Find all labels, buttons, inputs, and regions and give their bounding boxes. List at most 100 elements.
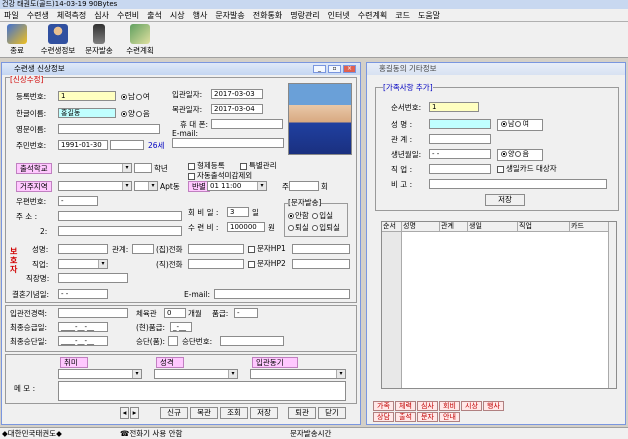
rrn-back-input[interactable] bbox=[110, 140, 144, 150]
table-header-cell[interactable]: 카드 bbox=[570, 222, 610, 231]
class-select[interactable]: 01 11:00 bbox=[207, 181, 267, 191]
family-job-input[interactable] bbox=[429, 164, 491, 174]
member-photo[interactable] bbox=[288, 83, 352, 155]
table-header-cell[interactable]: 직업 bbox=[518, 222, 570, 231]
search-button[interactable]: 조회 bbox=[220, 407, 248, 419]
lunar-radio[interactable] bbox=[135, 111, 142, 117]
menu-item[interactable]: 출석 bbox=[143, 9, 166, 21]
dan-input[interactable]: - bbox=[234, 308, 258, 318]
special-checkbox[interactable]: 특별관리 bbox=[240, 161, 277, 170]
menu-item[interactable]: 인터넷 bbox=[324, 9, 354, 21]
restore-icon[interactable]: ▫ bbox=[328, 65, 341, 73]
week-input[interactable] bbox=[289, 181, 319, 191]
exam-dan-input[interactable] bbox=[168, 336, 178, 346]
next-record-icon[interactable]: ▸ bbox=[130, 407, 139, 419]
motive-tag[interactable]: 입관동기 bbox=[252, 357, 298, 368]
memo-input[interactable] bbox=[58, 381, 346, 401]
exam-no-input[interactable] bbox=[220, 336, 284, 346]
menu-item[interactable]: 도움말 bbox=[414, 9, 444, 21]
zip-input[interactable]: - bbox=[58, 196, 98, 206]
tab-item[interactable]: 심사 bbox=[417, 401, 438, 411]
table-header-cell[interactable]: 성명 bbox=[402, 222, 440, 231]
email-input[interactable] bbox=[172, 138, 284, 148]
tab-item[interactable]: 문자 bbox=[417, 412, 438, 422]
gym-input[interactable]: 0 bbox=[164, 308, 186, 318]
guardian-name-input[interactable] bbox=[58, 244, 108, 254]
solar-radio[interactable] bbox=[121, 111, 127, 117]
personality-select[interactable] bbox=[154, 369, 238, 379]
address-input[interactable] bbox=[58, 211, 182, 221]
work-phone-input[interactable] bbox=[188, 259, 244, 269]
level-input[interactable] bbox=[58, 308, 128, 318]
menu-item[interactable]: 체력측정 bbox=[53, 9, 90, 21]
family-name-input[interactable] bbox=[429, 119, 491, 129]
exit-button[interactable]: 종료 bbox=[4, 24, 30, 55]
anniversary-input[interactable]: - - bbox=[58, 289, 108, 299]
grade-input[interactable] bbox=[134, 163, 152, 173]
area-tag[interactable]: 거주지역 bbox=[16, 181, 52, 192]
area-select[interactable] bbox=[58, 181, 132, 191]
gender-female-radio[interactable] bbox=[135, 94, 142, 100]
birthday-card-checkbox[interactable]: 생일카드 대상자 bbox=[497, 164, 557, 173]
rrn-input[interactable]: 1991-01-30 bbox=[58, 140, 108, 150]
menu-item[interactable]: 문자발송 bbox=[211, 9, 248, 21]
guardian-job-select[interactable] bbox=[58, 259, 108, 269]
menu-item[interactable]: 심사 bbox=[90, 9, 113, 21]
return-button[interactable]: 복관 bbox=[190, 407, 218, 419]
tab-item[interactable]: 시상 bbox=[461, 401, 482, 411]
prev-record-icon[interactable]: ◂ bbox=[120, 407, 129, 419]
quit-button[interactable]: 퇴관 bbox=[288, 407, 316, 419]
menu-item[interactable]: 시상 bbox=[166, 9, 189, 21]
family-lunar-radio[interactable] bbox=[515, 151, 522, 157]
sms-none-radio[interactable] bbox=[288, 213, 294, 219]
menu-item[interactable]: 수련계획 bbox=[354, 9, 391, 21]
gender-male-radio[interactable] bbox=[121, 94, 127, 100]
family-remark-input[interactable] bbox=[429, 179, 607, 189]
email2-input[interactable] bbox=[214, 289, 350, 299]
motive-select[interactable] bbox=[250, 369, 346, 379]
fee-input[interactable]: 100000 bbox=[227, 222, 265, 232]
family-save-button[interactable]: 저장 bbox=[485, 194, 525, 206]
menu-item[interactable]: 파일 bbox=[0, 9, 23, 21]
home-phone-input[interactable] bbox=[188, 244, 244, 254]
table-header-cell[interactable]: 관계 bbox=[440, 222, 468, 231]
sms-hp1-input[interactable] bbox=[292, 244, 350, 254]
seq-input[interactable]: 1 bbox=[429, 102, 479, 112]
close-button[interactable]: 닫기 bbox=[318, 407, 346, 419]
table-header-cell[interactable]: 생일 bbox=[468, 222, 518, 231]
sms-hp2-checkbox[interactable]: 문자HP2 bbox=[248, 259, 286, 268]
plan-button[interactable]: 수련계획 bbox=[120, 24, 160, 55]
tab-item[interactable]: 체력 bbox=[395, 401, 416, 411]
sms-out-radio[interactable] bbox=[288, 225, 294, 231]
sms-hp2-input[interactable] bbox=[292, 259, 350, 269]
hobby-tag[interactable]: 취미 bbox=[60, 357, 88, 368]
table-header-cell[interactable]: 순서 bbox=[382, 222, 402, 231]
current-dan-input[interactable]: _-__ bbox=[170, 322, 192, 332]
menu-item[interactable]: 전화통화 bbox=[249, 9, 286, 21]
school-select[interactable] bbox=[58, 163, 132, 173]
admission-input[interactable]: 2017-03-03 bbox=[211, 89, 263, 99]
school-tag[interactable]: 출석학교 bbox=[16, 163, 52, 174]
minimize-icon[interactable]: _ bbox=[313, 65, 326, 73]
auto-absent-checkbox[interactable]: 자동출석미감제외 bbox=[188, 171, 252, 180]
mobile-input[interactable] bbox=[211, 119, 283, 129]
tab-item[interactable]: 상담 bbox=[373, 412, 394, 422]
tab-item[interactable]: 행사 bbox=[483, 401, 504, 411]
family-birth-input[interactable]: - - bbox=[429, 149, 491, 159]
new-button[interactable]: 신규 bbox=[160, 407, 188, 419]
sms-button[interactable]: 문자발송 bbox=[82, 24, 116, 55]
member-info-button[interactable]: 수련생정보 bbox=[38, 24, 78, 55]
reg-no-input[interactable]: 1 bbox=[58, 91, 116, 101]
menu-item[interactable]: 명랑관리 bbox=[286, 9, 323, 21]
sms-inout-radio[interactable] bbox=[312, 225, 319, 231]
sibling-checkbox[interactable]: 형제등록 bbox=[188, 161, 225, 170]
family-female-radio[interactable] bbox=[515, 121, 522, 127]
address2-input[interactable] bbox=[58, 226, 182, 236]
tab-item[interactable]: 안내 bbox=[439, 412, 460, 422]
menu-item[interactable]: 수련생 bbox=[23, 9, 53, 21]
fee-day-input[interactable]: 3 bbox=[227, 207, 249, 217]
workplace-input[interactable] bbox=[58, 273, 128, 283]
sms-in-radio[interactable] bbox=[312, 213, 319, 219]
korean-name-input[interactable]: 홍길동 bbox=[58, 108, 116, 118]
english-name-input[interactable] bbox=[58, 124, 160, 134]
